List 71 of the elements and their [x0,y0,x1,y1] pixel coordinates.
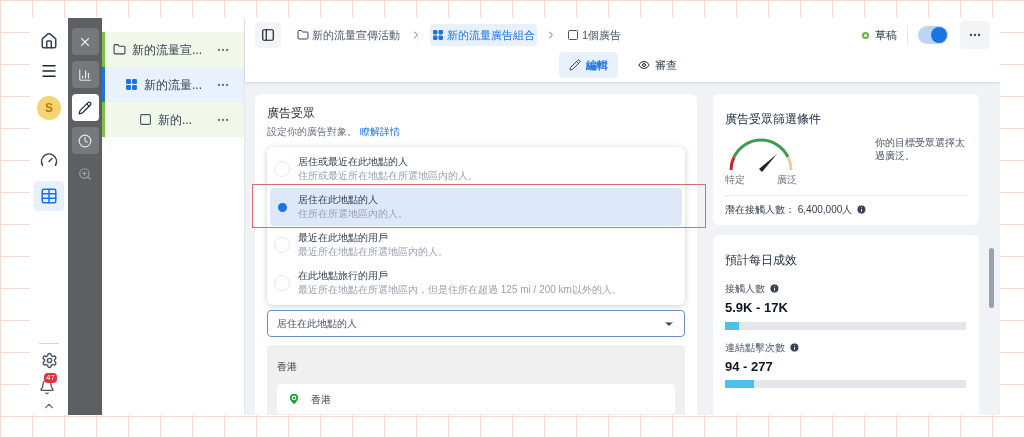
home-icon[interactable] [40,32,58,50]
zoom-icon [78,166,92,181]
breadcrumb-item[interactable]: 新的流量廣告組合 [430,24,537,46]
tree-item[interactable]: 新的流量... [102,67,244,102]
option-description: 住所或最近所在地點在所選地區內的人。 [298,169,478,183]
location-type-select[interactable]: 居住在此地點的人 [267,310,685,337]
tree-item[interactable]: 新的... [102,102,244,137]
tool-button[interactable] [71,127,99,154]
option-title: 在此地點旅行的用戶 [298,269,389,283]
folder-icon [297,29,309,41]
clock-icon [78,133,92,148]
view-tab[interactable]: 編輯 [558,52,618,78]
panel-toggle-button[interactable] [255,22,281,48]
dropdown-option[interactable]: 在此地點旅行的用戶 最近所在地點在所選地區內，但是住所在超過 125 mi / 200 km以外的人。 [270,264,682,302]
info-icon [789,341,800,353]
tree-item-label: 新的... [158,111,192,129]
grid-icon [432,29,444,41]
dropdown-option[interactable]: 居住在此地點的人 住所在所選地區內的人。 [270,188,682,226]
metric-label: 接觸人數 [725,282,765,296]
tool-button[interactable] [71,28,99,55]
tree-item-label: 新的流量宣... [132,41,202,59]
card-title: 廣告受眾 [267,105,316,122]
tool-button[interactable] [71,94,99,121]
learn-more-link[interactable]: 瞭解詳情 [360,126,400,137]
breadcrumb-item[interactable]: 1個廣告 [565,24,624,46]
sidebar-panel-icon [261,28,275,42]
gauge-icon[interactable] [40,151,58,169]
option-description: 住所在所選地區內的人。 [298,207,408,221]
table-icon [40,187,58,205]
folder-icon [113,43,126,56]
location-pin-icon [287,392,301,406]
pencil-icon [568,59,581,71]
tree-item-label: 新的流量... [144,76,202,94]
notification-badge: 47 [44,373,57,383]
view-tab[interactable]: 審查 [627,52,687,78]
metric-value: 94 - 277 [725,357,774,376]
option-title: 最近在此地點的用戶 [298,231,389,245]
grid-icon [125,78,138,91]
info-icon [769,283,780,294]
metric-value: 5.9K - 17K [725,299,789,317]
settings-icon[interactable] [40,352,58,369]
option-description: 最近所在地點在所選地區內，但是住所在超過 125 mi / 200 km以外的人。 [298,283,622,297]
breadcrumb-item[interactable]: 新的流量宣傳活動 [295,24,402,46]
table-nav-item[interactable] [34,181,64,211]
gauge-max-label: 廣泛 [777,173,797,187]
scrollbar-thumb[interactable] [989,248,994,308]
breadth-message: 你的目標受眾選擇太過廣泛。 [875,136,966,163]
option-description: 最近所在地點在所選地區內的人。 [298,245,448,259]
menu-icon[interactable] [40,62,58,80]
status-label: 草稿 [875,27,897,43]
dropdown-option[interactable]: 最近在此地點的用戶 最近所在地點在所選地區內的人。 [270,226,682,264]
potential-reach: 潛在接觸人數： 6,400,000人 [725,203,853,217]
bar-chart-icon [78,67,92,82]
tree-item[interactable]: 新的流量宣... [102,32,244,67]
ad-icon [567,29,579,41]
eye-icon [637,59,650,71]
ad-icon [139,113,152,126]
region-label: 香港 [277,361,297,372]
info-icon [856,204,868,215]
location-item[interactable]: 香港 [277,384,675,414]
dropdown-option[interactable]: 居住或最近在此地點的人 住所或最近所在地點在所選地區內的人。 [270,150,682,188]
card-title: 預計每日成效 [725,253,797,267]
card-subtitle: 設定你的廣告對象。 瞭解詳情 [267,125,401,139]
gauge-min-label: 特定 [725,173,745,187]
option-title: 居住在此地點的人 [298,193,379,207]
pencil-icon [78,100,92,115]
card-title: 廣告受眾篩選條件 [725,112,821,126]
toggle-switch[interactable] [918,26,948,44]
option-title: 居住或最近在此地點的人 [298,155,409,169]
metric-label: 連結點擊次數 [725,340,785,355]
bell-icon[interactable] [39,379,55,395]
